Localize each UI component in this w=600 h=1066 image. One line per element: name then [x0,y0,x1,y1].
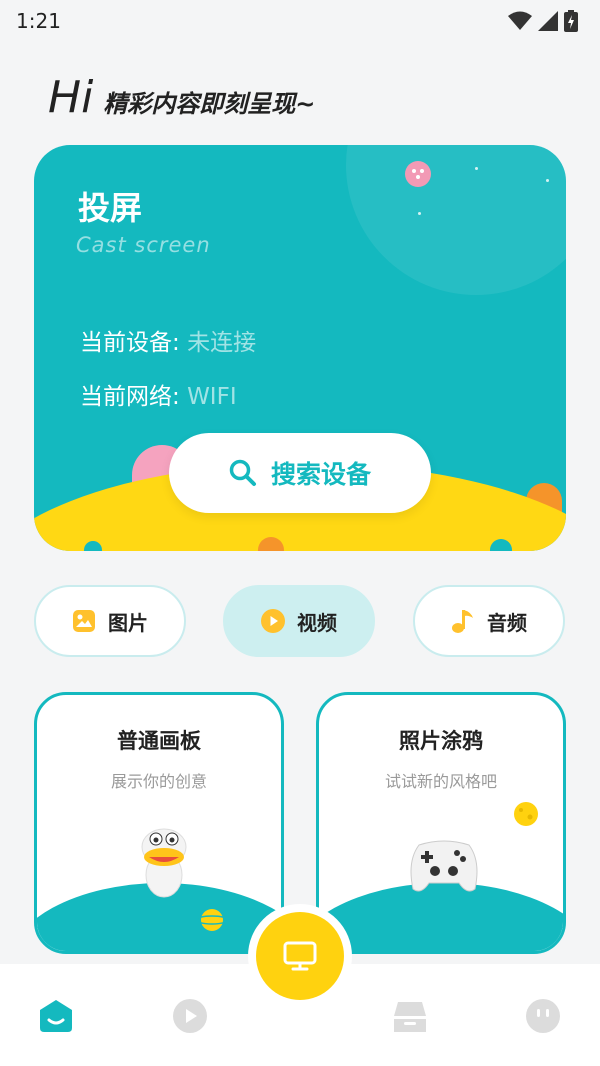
device-row: 当前设备: 未连接 [80,323,256,357]
box-icon[interactable] [392,998,428,1034]
cast-fab-button[interactable] [256,912,344,1000]
cast-icon [283,941,317,971]
profile-icon[interactable] [525,998,561,1034]
star-decor [418,212,421,215]
star-decor [546,179,549,182]
image-icon [73,610,95,632]
status-time: 1:21 [16,9,61,33]
network-value: WIFI [187,384,237,410]
feature-title: 普通画板 [117,729,201,753]
search-icon [229,459,256,486]
play-icon [261,609,285,633]
battery-icon [564,10,578,32]
device-value: 未连接 [187,330,257,356]
greeting: Hi 精彩内容即刻呈现~ [48,72,315,123]
star-decor [475,167,478,170]
cast-subtitle: Cast screen [76,233,211,257]
planet-decor-icon [514,802,538,826]
planet-decor-icon [195,909,229,931]
duck-character-icon [141,828,187,898]
home-icon[interactable] [38,998,74,1034]
feature-desc: 试试新的风格吧 [384,772,497,791]
signal-icon [538,11,558,31]
feature-card-canvas[interactable]: 普通画板 展示你的创意 [34,692,284,954]
search-device-button[interactable]: 搜索设备 [169,433,431,513]
tab-image[interactable]: 图片 [34,585,186,657]
status-icons [508,10,578,32]
feature-title: 照片涂鸦 [399,729,483,753]
media-tabs: 图片 视频 音频 [34,585,566,657]
cast-title: 投屏 [78,189,143,227]
tab-video-label: 视频 [297,610,337,635]
tab-image-label: 图片 [108,610,148,635]
feature-desc: 展示你的创意 [110,772,207,791]
greeting-subtitle: 精彩内容即刻呈现~ [103,90,316,118]
decor-circle [346,145,566,295]
feature-card-photo-doodle[interactable]: 照片涂鸦 试试新的风格吧 [316,692,566,954]
search-device-label: 搜索设备 [270,460,371,489]
cast-card: 投屏 Cast screen 当前设备: 未连接 当前网络: WIFI 搜索设备 [34,145,566,551]
greeting-hi: Hi [48,72,94,123]
device-label: 当前设备: [80,330,180,356]
music-note-icon [452,610,473,633]
wifi-icon [508,11,532,30]
tab-audio-label: 音频 [487,610,527,635]
tab-audio[interactable]: 音频 [413,585,565,657]
gamepad-icon [410,840,478,892]
network-label: 当前网络: [80,384,180,410]
network-row: 当前网络: WIFI [80,377,237,411]
video-icon[interactable] [172,998,208,1034]
pink-planet-icon [405,161,431,187]
tab-video[interactable]: 视频 [223,585,375,657]
status-bar: 1:21 [0,0,600,42]
